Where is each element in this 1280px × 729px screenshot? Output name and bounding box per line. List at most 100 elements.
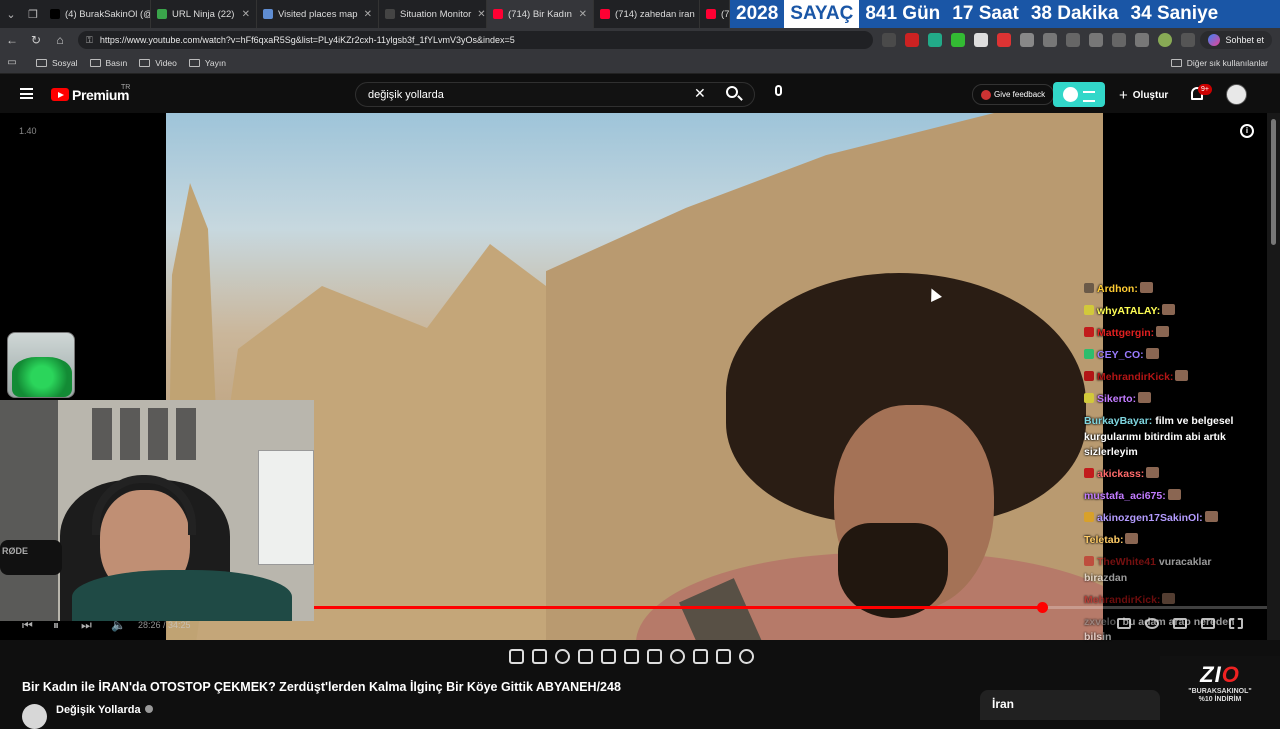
site-info-icon[interactable]: ⚿ <box>86 35 93 46</box>
sponsor-promo-overlay: ZIO "BURAKSAKINOL" %10 İNDİRİM <box>1160 656 1280 720</box>
browser-tab[interactable]: (714) zahedan iran✕ <box>594 0 700 28</box>
chat-badge-icon <box>1084 283 1094 293</box>
subtitles-icon[interactable] <box>1117 618 1131 629</box>
extension-icon[interactable] <box>1135 33 1149 47</box>
browser-tab[interactable]: Visited places map ✕ <box>257 0 379 28</box>
chat-message: TheWhite41 vuracaklar birazdan <box>1084 555 1254 586</box>
channel-name[interactable]: Değişik Yollarda <box>56 704 153 716</box>
browser-tab[interactable]: (4) BurakSakinOl (@✕ <box>44 0 151 28</box>
voice-search-icon[interactable] <box>775 85 782 96</box>
browser-tab[interactable]: (714) Bir Kadın ✕ <box>487 0 594 28</box>
countdown-label: SAYAÇ <box>784 0 860 28</box>
tab-list: (4) BurakSakinOl (@✕URL Ninja (22)✕Visit… <box>44 0 730 28</box>
microphone: RØDE <box>0 540 62 575</box>
fullscreen-icon[interactable] <box>1229 618 1243 629</box>
create-button[interactable]: + Oluştur <box>1119 87 1168 104</box>
chat-emote-icon <box>1145 348 1159 359</box>
next-icon[interactable]: ⏭ <box>81 618 92 633</box>
profile-avatar[interactable] <box>1158 33 1172 47</box>
chat-badge-icon <box>1084 371 1094 381</box>
back-icon[interactable]: ← <box>0 33 24 47</box>
give-feedback-button[interactable]: Give feedback <box>972 84 1055 105</box>
x-logo-icon <box>50 9 60 19</box>
more-menu-icon[interactable] <box>1181 33 1195 47</box>
search-icon[interactable] <box>726 86 738 98</box>
close-tab-icon[interactable]: ✕ <box>471 9 485 20</box>
theater-mode-icon[interactable] <box>1201 618 1215 629</box>
miniplayer-icon[interactable] <box>1173 618 1187 629</box>
chat-emote-icon <box>1162 304 1176 315</box>
browser-tab[interactable]: (7 <box>700 0 730 28</box>
chat-username: whyATALAY: <box>1097 305 1161 317</box>
extension-icon[interactable] <box>1112 33 1126 47</box>
screenshot-icon[interactable] <box>716 649 731 664</box>
extension-icon[interactable] <box>997 33 1011 47</box>
webcam-overlay: RØDE <box>0 400 314 621</box>
promo-discount: %10 İNDİRİM <box>1198 696 1242 703</box>
close-tab-icon[interactable]: ✕ <box>236 9 250 20</box>
bookmark-folder[interactable]: Sosyal <box>36 58 78 68</box>
browser-tab[interactable]: URL Ninja (22) ✕ <box>151 0 257 28</box>
workspaces-icon[interactable]: ❐ <box>22 0 44 28</box>
folder-icon <box>139 58 151 67</box>
extension-icon[interactable] <box>974 33 988 47</box>
extension-icon[interactable] <box>1066 33 1080 47</box>
page-scrollbar[interactable] <box>1267 113 1280 640</box>
extension-icon[interactable] <box>1043 33 1057 47</box>
chat-badge-icon <box>1084 305 1094 315</box>
related-panel-header[interactable]: İran <box>980 690 1160 720</box>
home-icon[interactable]: ⌂ <box>48 33 72 47</box>
chat-message: Sikerto: <box>1084 392 1254 408</box>
copilot-chat-label: Sohbet et <box>1225 35 1264 45</box>
close-tab-icon[interactable]: ✕ <box>358 9 372 20</box>
extension-icon[interactable] <box>905 33 919 47</box>
reload-icon[interactable]: ↻ <box>24 33 48 47</box>
previous-icon[interactable]: ⏮ <box>22 618 33 633</box>
scrollbar-thumb[interactable] <box>1271 119 1276 245</box>
pause-icon[interactable]: ⏸ <box>53 618 59 633</box>
countdown-minutes: 38 Dakika <box>1030 3 1119 24</box>
chat-username: MehrandirKick: <box>1084 593 1161 606</box>
extension-icon[interactable] <box>882 33 896 47</box>
browser-toolbar: ← ↻ ⌂ ⚿ https://www.youtube.com/watch?v=… <box>0 28 1280 52</box>
channel-avatar[interactable] <box>22 704 47 729</box>
picture-in-picture-icon[interactable] <box>624 649 639 664</box>
extension-icon[interactable] <box>951 33 965 47</box>
collections-icon[interactable]: ▭ <box>0 57 24 68</box>
stream-chat-overlay: Ardhon: whyATALAY: Mattgergin: CEY_CO: Mehra… <box>1084 282 1254 652</box>
address-bar[interactable]: ⚿ https://www.youtube.com/watch?v=hFf6qx… <box>78 31 873 49</box>
browser-tab-label: URL Ninja (22) <box>172 8 235 20</box>
account-avatar[interactable] <box>1226 84 1247 105</box>
frame-icon[interactable] <box>647 649 662 664</box>
youtube-masthead: Premium TR değişik yollarda ✕ Give feedb… <box>0 75 1280 113</box>
chat-username: Mattgergin: <box>1097 327 1155 339</box>
clapperboard-icon[interactable] <box>601 649 616 664</box>
speedometer-icon[interactable] <box>670 649 685 664</box>
volume-icon[interactable]: 🔈 <box>111 618 126 632</box>
extension-icon[interactable] <box>928 33 942 47</box>
close-tab-icon[interactable]: ✕ <box>573 9 587 20</box>
tv-icon[interactable] <box>578 649 593 664</box>
bookmark-folder[interactable]: Video <box>139 58 177 68</box>
tab-list-chevron-icon[interactable]: ⌄ <box>0 0 22 28</box>
bookmark-folder[interactable]: Yayın <box>188 58 226 68</box>
clear-search-icon[interactable]: ✕ <box>694 85 706 102</box>
info-icon[interactable]: i <box>1240 124 1254 138</box>
sort-icon[interactable] <box>532 649 547 664</box>
copilot-chat-button[interactable]: Sohbet et <box>1200 31 1272 49</box>
browser-tab[interactable]: Situation Monitor ✕ <box>379 0 487 28</box>
gear-icon[interactable] <box>739 649 754 664</box>
jellybeans <box>12 357 72 397</box>
youtube-logo-icon[interactable] <box>51 88 69 101</box>
loop-icon[interactable] <box>509 649 524 664</box>
extension-icon[interactable] <box>1020 33 1034 47</box>
bookmark-folder[interactable]: Basın <box>89 58 127 68</box>
broadcast-icon[interactable] <box>555 649 570 664</box>
settings-icon[interactable] <box>1145 618 1159 629</box>
menu-icon[interactable] <box>20 88 33 99</box>
progress-bar[interactable] <box>314 602 1267 613</box>
extension-toggle-button[interactable] <box>1053 82 1105 107</box>
favorites-icon[interactable] <box>1089 33 1103 47</box>
add-box-icon[interactable] <box>693 649 708 664</box>
other-bookmarks[interactable]: Diğer sık kullanılanlar <box>1170 58 1268 68</box>
